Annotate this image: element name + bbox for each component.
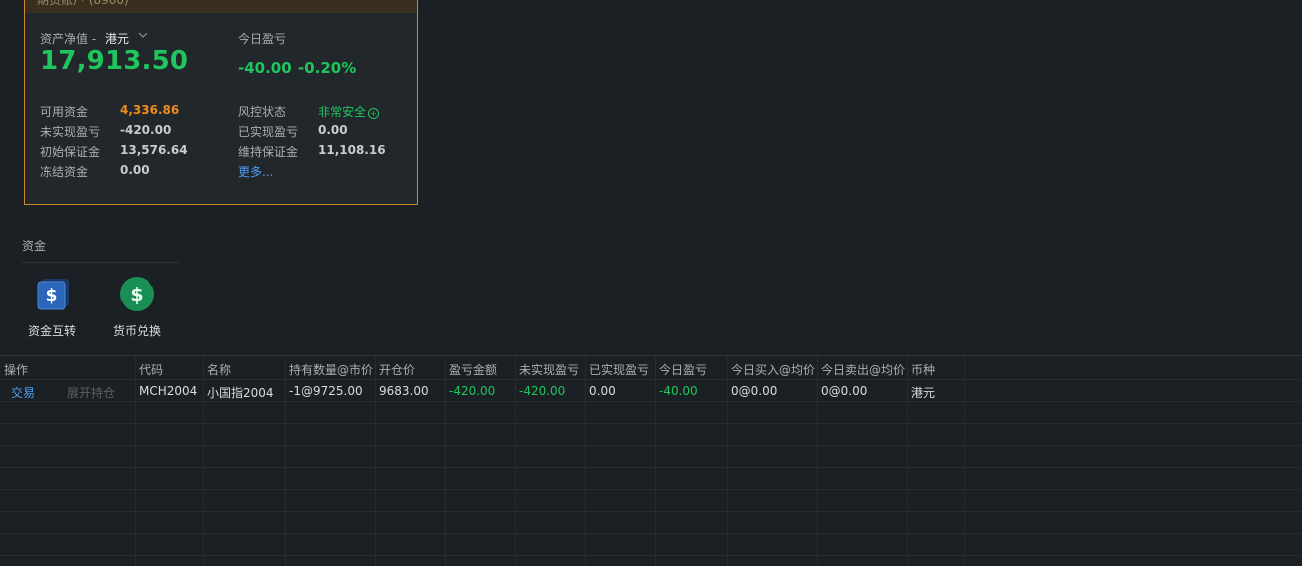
positions-table: 操作 代码 名称 持有数量@市价 开仓价 盈亏金额 未实现盈亏 已实现盈亏 今日… [0, 355, 1302, 566]
row-divider [0, 489, 1302, 490]
equity-label: 资产净值 - [40, 30, 96, 47]
svg-text:$: $ [46, 286, 58, 306]
header-open-price[interactable]: 开仓价 [379, 361, 415, 378]
initial-margin-label: 初始保证金 [40, 145, 101, 159]
available-funds-label: 可用资金 [40, 105, 89, 119]
chevron-down-icon[interactable] [138, 29, 148, 42]
column-divider [727, 356, 728, 566]
card-header: 期货账户 (8900) ⋯ [25, 0, 417, 13]
today-pnl-label: 今日盈亏 [238, 32, 287, 46]
account-summary-card: 期货账户 (8900) ⋯ 资产净值 - 港元 17,913.50 今日盈亏 -… [24, 0, 418, 205]
column-divider [135, 356, 136, 566]
currency-exchange-label: 货币兑换 [112, 324, 161, 338]
cell-today-pnl: -40.00 [659, 384, 698, 398]
account-title: 期货账户 (8900) [37, 0, 129, 7]
cell-currency: 港元 [911, 386, 936, 400]
cell-realized-pnl: 0.00 [589, 384, 616, 398]
equity-label-text: 资产净值 [40, 32, 89, 46]
column-divider [515, 356, 516, 566]
header-realized-pnl[interactable]: 已实现盈亏 [589, 361, 649, 378]
unrealized-pnl-label: 未实现盈亏 [40, 125, 101, 139]
maintenance-margin-value: 11,108.16 [318, 143, 386, 157]
equity-value: 17,913.50 [40, 46, 189, 76]
currency-select[interactable]: 港元 [105, 30, 129, 47]
row-divider [0, 401, 1302, 402]
equity-separator: - [91, 32, 97, 46]
column-divider [585, 356, 586, 566]
column-divider [907, 356, 908, 566]
unrealized-pnl-value: -420.00 [120, 123, 172, 137]
fund-transfer-label: 资金互转 [27, 324, 76, 338]
cell-unrealized-pnl: -420.00 [519, 384, 566, 398]
risk-status-text: 非常安全 [318, 105, 367, 119]
frozen-funds-label: 冻结资金 [40, 165, 89, 179]
initial-margin-value: 13,576.64 [120, 143, 188, 157]
fund-transfer-icon: $ [37, 279, 69, 310]
header-currency[interactable]: 币种 [911, 361, 935, 378]
cell-pnl: -420.00 [449, 384, 496, 398]
today-pnl-percent: -0.20% [298, 59, 357, 77]
column-divider [285, 356, 286, 566]
row-divider [0, 379, 1302, 380]
header-today-pnl[interactable]: 今日盈亏 [659, 361, 707, 378]
cell-today-sell: 0@0.00 [821, 384, 868, 398]
card-menu-icon[interactable]: ⋯ [397, 0, 409, 6]
row-divider [0, 445, 1302, 446]
cell-code: MCH2004 [139, 384, 198, 398]
expand-position-link[interactable]: 展开持仓 [67, 384, 115, 401]
currency-exchange-icon: $ [119, 277, 155, 311]
risk-status-label: 风控状态 [238, 105, 287, 119]
header-unrealized-pnl[interactable]: 未实现盈亏 [519, 361, 579, 378]
row-divider [0, 533, 1302, 534]
column-divider [655, 356, 656, 566]
funds-divider [22, 262, 180, 263]
svg-text:$: $ [130, 284, 143, 306]
currency-exchange-button[interactable]: $ 货币兑换 [105, 276, 169, 339]
column-divider [445, 356, 446, 566]
realized-pnl-label: 已实现盈亏 [238, 125, 299, 139]
risk-status-value: 非常安全 + [318, 103, 380, 120]
row-divider [0, 467, 1302, 468]
cell-name: 小国指2004 [207, 386, 274, 400]
frozen-funds-value: 0.00 [120, 163, 150, 177]
cell-open-price: 9683.00 [379, 384, 429, 398]
row-divider [0, 511, 1302, 512]
column-divider [375, 356, 376, 566]
funds-section-title: 资金 [22, 239, 47, 253]
cell-quantity: -1@9725.00 [289, 384, 363, 398]
header-pnl[interactable]: 盈亏金额 [449, 361, 497, 378]
header-quantity[interactable]: 持有数量@市价 [289, 361, 373, 378]
header-today-buy[interactable]: 今日买入@均价 [731, 361, 815, 378]
maintenance-margin-label: 维持保证金 [238, 145, 299, 159]
row-divider [0, 555, 1302, 556]
trade-link[interactable]: 交易 [11, 384, 35, 401]
today-pnl-amount: -40.00 [238, 59, 292, 77]
futures-account-page: 期货账户 (8900) ⋯ 资产净值 - 港元 17,913.50 今日盈亏 -… [0, 0, 1302, 566]
cell-today-buy: 0@0.00 [731, 384, 778, 398]
header-action[interactable]: 操作 [4, 361, 28, 378]
available-funds-value: 4,336.86 [120, 103, 180, 117]
more-link[interactable]: 更多... [238, 163, 273, 180]
realized-pnl-value: 0.00 [318, 123, 348, 137]
column-divider [203, 356, 204, 566]
header-name[interactable]: 名称 [207, 361, 231, 378]
fund-transfer-button[interactable]: $ 资金互转 [20, 276, 84, 339]
header-code[interactable]: 代码 [139, 361, 163, 378]
shield-plus-icon[interactable]: + [368, 108, 380, 119]
header-today-sell[interactable]: 今日卖出@均价 [821, 361, 905, 378]
column-divider [817, 356, 818, 566]
row-divider [0, 423, 1302, 424]
column-divider [964, 356, 965, 566]
